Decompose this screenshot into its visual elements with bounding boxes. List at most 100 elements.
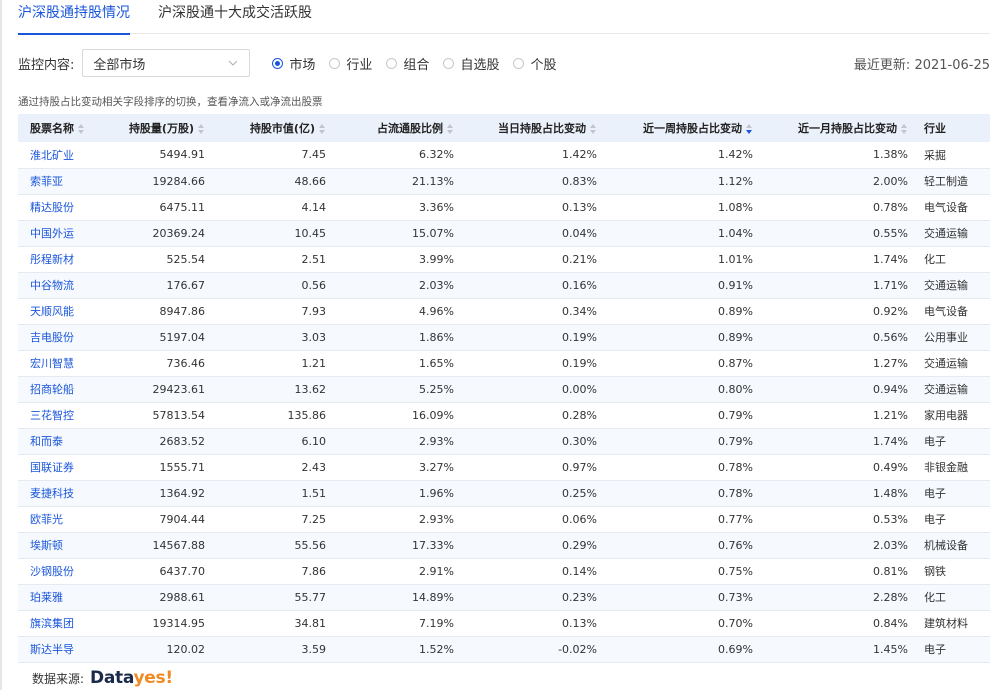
table-header-row: 股票名称 持股量(万股) 持股市值(亿) 占流通股比例 当日持股占比变动 近一周… [18,114,990,142]
sort-icon[interactable] [319,124,326,134]
stock-link[interactable]: 斯达半导 [30,643,74,656]
sort-icon[interactable] [78,124,85,134]
cell-market-value: 10.45 [213,220,334,247]
cell-stock-name[interactable]: 彤程新材 [18,246,113,273]
table-row: 索菲亚 19284.66 48.66 21.13% 0.83% 1.12% 2.00% 轻工制… [18,168,990,195]
stock-link[interactable]: 埃斯顿 [30,539,63,552]
stock-link[interactable]: 麦捷科技 [30,487,74,500]
cell-market-value: 6.10 [213,428,334,455]
cell-stock-name[interactable]: 三花智控 [18,402,113,429]
stock-link[interactable]: 天顺风能 [30,305,74,318]
cell-stock-name[interactable]: 天顺风能 [18,298,113,325]
table-row: 彤程新材 525.54 2.51 3.99% 0.21% 1.01% 1.74% 化工 [18,246,990,273]
stock-link[interactable]: 招商轮船 [30,383,74,396]
col-header-shares[interactable]: 持股量(万股) [113,114,213,142]
sort-icon[interactable] [198,124,205,134]
cell-stock-name[interactable]: 索菲亚 [18,168,113,195]
radio-portfolio[interactable]: 组合 [386,54,429,73]
cell-stock-name[interactable]: 宏川智慧 [18,350,113,377]
stock-link[interactable]: 淮北矿业 [30,149,74,162]
market-select[interactable]: 全部市场 [82,49,251,77]
radio-market-label: 市场 [289,57,316,73]
last-update-date: 2021-06-25 [914,57,990,73]
cell-weekly-change: 1.04% [605,220,761,247]
chevron-down-icon [227,57,239,69]
cell-weekly-change: 0.77% [605,506,761,533]
cell-float-ratio: 16.09% [334,402,462,429]
col-header-daily-change[interactable]: 当日持股占比变动 [462,114,605,142]
cell-market-value: 7.45 [213,142,334,169]
cell-stock-name[interactable]: 中谷物流 [18,272,113,299]
radio-market[interactable]: 市场 [272,54,315,73]
stock-link[interactable]: 宏川智慧 [30,357,74,370]
table-row: 欧菲光 7904.44 7.25 2.93% 0.06% 0.77% 0.53% 电子 [18,506,990,533]
cell-stock-name[interactable]: 珀莱雅 [18,584,113,611]
cell-monthly-change: 0.49% [761,454,916,481]
table-row: 淮北矿业 5494.91 7.45 6.32% 1.42% 1.42% 1.38% 采掘 [18,142,990,169]
col-header-float-ratio[interactable]: 占流通股比例 [334,114,462,142]
cell-stock-name[interactable]: 沙钢股份 [18,558,113,585]
stock-link[interactable]: 吉电股份 [30,331,74,344]
col-header-name[interactable]: 股票名称 [18,114,113,142]
radio-stock-label: 个股 [530,57,557,73]
cell-daily-change: 0.19% [462,350,605,377]
cell-weekly-change: 0.89% [605,324,761,351]
cell-stock-name[interactable]: 国联证券 [18,454,113,481]
stock-link[interactable]: 索菲亚 [30,175,63,188]
radio-watchlist[interactable]: 自选股 [443,54,499,73]
sort-icon[interactable] [447,124,454,134]
radio-industry[interactable]: 行业 [329,54,372,73]
cell-market-value: 7.86 [213,558,334,585]
sort-icon[interactable] [590,124,597,134]
cell-weekly-change: 1.01% [605,246,761,273]
stock-link[interactable]: 三花智控 [30,409,74,422]
stock-link[interactable]: 精达股份 [30,201,74,214]
cell-stock-name[interactable]: 和而泰 [18,428,113,455]
stock-link[interactable]: 旗滨集团 [30,617,74,630]
cell-monthly-change: 0.94% [761,376,916,403]
stock-link[interactable]: 珀莱雅 [30,591,63,604]
cell-weekly-change: 0.79% [605,402,761,429]
cell-daily-change: 0.83% [462,168,605,195]
cell-stock-name[interactable]: 欧菲光 [18,506,113,533]
cell-industry: 电子 [916,480,990,507]
cell-stock-name[interactable]: 淮北矿业 [18,142,113,169]
stock-link[interactable]: 中谷物流 [30,279,74,292]
cell-stock-name[interactable]: 埃斯顿 [18,532,113,559]
stock-link[interactable]: 国联证券 [30,461,74,474]
cell-shares: 57813.54 [113,402,213,429]
cell-float-ratio: 14.89% [334,584,462,611]
cell-industry: 机械设备 [916,532,990,559]
cell-stock-name[interactable]: 旗滨集团 [18,610,113,637]
stock-link[interactable]: 欧菲光 [30,513,63,526]
cell-shares: 120.02 [113,636,213,663]
stock-link[interactable]: 中国外运 [30,227,74,240]
cell-stock-name[interactable]: 精达股份 [18,194,113,221]
stock-link[interactable]: 彤程新材 [30,253,74,266]
cell-daily-change: 0.30% [462,428,605,455]
cell-weekly-change: 0.76% [605,532,761,559]
tab-holdings[interactable]: 沪深股通持股情况 [18,0,130,35]
cell-stock-name[interactable]: 中国外运 [18,220,113,247]
tab-top-active[interactable]: 沪深股通十大成交活跃股 [158,0,312,34]
cell-stock-name[interactable]: 麦捷科技 [18,480,113,507]
col-header-market-value[interactable]: 持股市值(亿) [213,114,334,142]
col-header-monthly-change[interactable]: 近一月持股占比变动 [761,114,916,142]
sort-desc-icon[interactable] [746,124,753,134]
col-header-weekly-change[interactable]: 近一周持股占比变动 [605,114,761,142]
left-border [0,0,2,690]
cell-industry: 家用电器 [916,402,990,429]
stock-link[interactable]: 沙钢股份 [30,565,74,578]
radio-stock[interactable]: 个股 [513,54,556,73]
holdings-table: 股票名称 持股量(万股) 持股市值(亿) 占流通股比例 当日持股占比变动 近一周… [18,114,990,663]
cell-shares: 14567.88 [113,532,213,559]
sort-icon[interactable] [901,124,908,134]
cell-industry: 交通运输 [916,350,990,377]
cell-market-value: 55.56 [213,532,334,559]
table-row: 沙钢股份 6437.70 7.86 2.91% 0.14% 0.75% 0.81% 钢铁 [18,558,990,585]
cell-monthly-change: 0.84% [761,610,916,637]
cell-stock-name[interactable]: 斯达半导 [18,636,113,663]
cell-stock-name[interactable]: 招商轮船 [18,376,113,403]
cell-stock-name[interactable]: 吉电股份 [18,324,113,351]
stock-link[interactable]: 和而泰 [30,435,63,448]
